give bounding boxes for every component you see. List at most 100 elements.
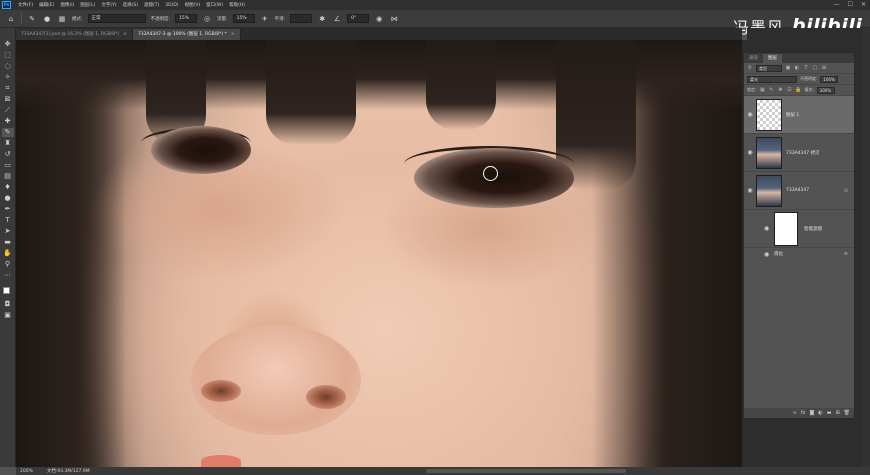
visibility-eye-icon[interactable]: ◉ [744, 111, 756, 118]
crop-icon[interactable]: ⌗ [2, 84, 14, 93]
visibility-eye-icon[interactable]: ◉ [744, 149, 756, 156]
adjustment-layer-icon[interactable]: ◐ [818, 410, 822, 416]
filter-adjust-icon[interactable]: ◐ [794, 65, 800, 71]
minimize-icon[interactable]: — [834, 1, 840, 8]
dodge-icon[interactable]: ● [2, 194, 14, 203]
menu-select[interactable]: 选择(S) [120, 2, 141, 8]
visibility-eye-icon[interactable]: ◉ [764, 225, 769, 232]
layer-kind-select[interactable]: 类型 [756, 64, 782, 72]
smooth-settings-icon[interactable]: ✱ [317, 15, 327, 23]
fill-input[interactable]: 100% [816, 86, 835, 94]
filter-type-icon[interactable]: T [803, 65, 809, 71]
opacity-input[interactable]: 15% [175, 14, 198, 23]
zoom-level[interactable]: 200% [20, 469, 33, 474]
filter-mask-thumbnail[interactable] [774, 211, 798, 246]
menu-layer[interactable]: 图层(L) [77, 2, 98, 8]
screen-mode-icon[interactable]: ▣ [2, 311, 14, 320]
menu-file[interactable]: 文件(F) [15, 2, 36, 8]
menu-edit[interactable]: 编辑(E) [36, 2, 57, 8]
lock-paint-icon[interactable]: ✎ [768, 87, 774, 93]
pen-icon[interactable]: ✒ [2, 205, 14, 214]
document-size[interactable]: 文档:93.3M/127.9M [47, 468, 90, 474]
layer-name[interactable]: 733A4347 拷贝 [786, 150, 820, 156]
edit-toolbar-icon[interactable]: ⋯ [2, 271, 14, 280]
visibility-eye-icon[interactable]: ◉ [764, 251, 769, 258]
angle-input[interactable]: 0° [347, 14, 370, 23]
pressure-size-icon[interactable]: ◉ [374, 15, 384, 23]
healing-icon[interactable]: ✚ [2, 117, 14, 126]
flow-input[interactable]: 15% [232, 14, 255, 23]
add-mask-icon[interactable]: ◙ [809, 410, 814, 416]
horizontal-scrollbar[interactable] [426, 469, 626, 473]
new-group-icon[interactable]: ▬ [827, 410, 832, 416]
history-brush-icon[interactable]: ↺ [2, 150, 14, 159]
mode-select[interactable]: 正常 [87, 14, 146, 23]
layer-opacity-input[interactable]: 100% [820, 75, 839, 83]
lock-all-icon[interactable]: 🔒 [795, 87, 801, 93]
airbrush-icon[interactable]: ✈ [260, 15, 270, 23]
gradient-icon[interactable]: ▤ [2, 172, 14, 181]
lock-pixels-icon[interactable]: ▦ [759, 87, 765, 93]
frame-icon[interactable]: ⊠ [2, 95, 14, 104]
marquee-icon[interactable]: ⬚ [2, 51, 14, 60]
link-layers-icon[interactable]: ∞ [793, 410, 797, 416]
menu-window[interactable]: 窗口(W) [203, 2, 226, 8]
move-icon[interactable]: ✥ [2, 40, 14, 49]
menu-type[interactable]: 文字(Y) [98, 2, 119, 8]
lock-position-icon[interactable]: ✥ [777, 87, 783, 93]
close-icon[interactable]: ✕ [861, 1, 866, 8]
menu-filter[interactable]: 滤镜(T) [141, 2, 162, 8]
tab-layers[interactable]: 图层 [763, 54, 782, 63]
filter-shape-icon[interactable]: ▢ [812, 65, 818, 71]
doc-tab-2[interactable]: 733A4347-3 @ 100% (图层 1, RGB/8*) * × [132, 29, 241, 40]
quick-select-icon[interactable]: ✧ [2, 73, 14, 82]
eyedropper-icon[interactable]: ⟋ [2, 106, 14, 115]
layer-name[interactable]: 图层 1 [786, 112, 799, 118]
stamp-icon[interactable]: ♜ [2, 139, 14, 148]
delete-layer-icon[interactable]: 🗑 [844, 410, 850, 416]
smart-filter-row[interactable]: ◉ 智能滤镜 [744, 210, 854, 248]
rectangle-icon[interactable]: ▬ [2, 238, 14, 247]
color-swatches[interactable] [2, 286, 14, 298]
layer-row[interactable]: ◉ 733A4347 ⊙ [744, 172, 854, 210]
menu-image[interactable]: 图像(I) [57, 2, 77, 8]
blend-mode-select[interactable]: 柔光 [747, 75, 797, 83]
layer-row[interactable]: ◉ 图层 1 [744, 96, 854, 134]
menu-view[interactable]: 视图(V) [182, 2, 204, 8]
brush-panel-icon[interactable]: ▦ [57, 15, 67, 23]
document-canvas[interactable] [16, 40, 742, 467]
path-select-icon[interactable]: ➤ [2, 227, 14, 236]
foreground-color-swatch[interactable] [2, 287, 10, 294]
type-icon[interactable]: T [2, 216, 14, 225]
smooth-input[interactable] [290, 14, 313, 23]
quick-mask-icon[interactable]: ◘ [2, 300, 14, 309]
brush-icon[interactable]: ✎ [1, 128, 14, 137]
layer-style-icon[interactable]: fx [801, 410, 806, 416]
visibility-eye-icon[interactable]: ◉ [744, 187, 756, 194]
filter-name[interactable]: 液化 [774, 251, 783, 257]
brush-tool-icon[interactable]: ✎ [27, 15, 37, 23]
close-icon[interactable]: × [231, 32, 235, 37]
hand-icon[interactable]: ✋ [2, 249, 14, 258]
layer-name[interactable]: 733A4347 [786, 188, 809, 193]
close-icon[interactable]: × [123, 32, 127, 37]
filter-pixel-icon[interactable]: ▣ [785, 65, 791, 71]
menu-3d[interactable]: 3D(D) [162, 3, 181, 8]
symmetry-icon[interactable]: ⋈ [389, 15, 399, 23]
blur-icon[interactable]: ♦ [2, 183, 14, 192]
menu-help[interactable]: 帮助(H) [226, 2, 248, 8]
new-layer-icon[interactable]: ⊞ [835, 410, 839, 416]
eraser-icon[interactable]: ▭ [2, 161, 14, 170]
lasso-icon[interactable]: ◌ [2, 62, 14, 71]
home-icon[interactable]: ⌂ [6, 15, 16, 23]
layer-row[interactable]: ◉ 733A4347 拷贝 [744, 134, 854, 172]
doc-tab-1[interactable]: 733A4347[1].psd @ 16.2% (图层 1, RGB/8*) × [16, 29, 133, 40]
brush-preset-icon[interactable]: ● [42, 15, 52, 23]
filter-item-row[interactable]: ◉ 液化 ≡ [744, 248, 854, 260]
filter-smart-icon[interactable]: ⊞ [821, 65, 827, 71]
zoom-icon[interactable]: ⚲ [2, 260, 14, 269]
maximize-icon[interactable]: ☐ [848, 1, 853, 8]
filter-options-icon[interactable]: ≡ [844, 251, 848, 257]
tab-channels[interactable]: 通道 [744, 54, 763, 63]
lock-artboard-icon[interactable]: ⊡ [786, 87, 792, 93]
